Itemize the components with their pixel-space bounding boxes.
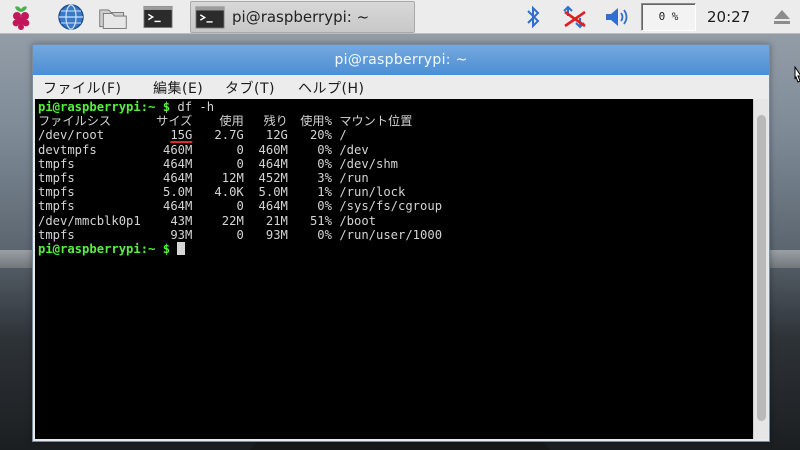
scrollbar-thumb[interactable] xyxy=(757,115,766,421)
cell-avail: 21M xyxy=(265,213,288,228)
cell-fs: /dev/root xyxy=(38,128,105,143)
cell-pct: 0% xyxy=(317,199,332,214)
cell-mount: /dev/shm xyxy=(339,156,399,171)
cell-avail: 5.0M xyxy=(258,185,288,200)
df-row: tmpfs 464M 0 464M 0% /sys/fs/cgroup xyxy=(38,199,753,213)
cell-size: 5.0M xyxy=(162,185,193,200)
menu-edit[interactable]: 編集(E) xyxy=(153,78,203,98)
cell-avail: 460M xyxy=(258,142,288,157)
cell-fs: tmpfs xyxy=(38,156,75,171)
cell-size: 43M xyxy=(170,213,193,228)
menu-bar: ファイル(F) 編集(E) タブ(T) ヘルプ(H) xyxy=(33,75,769,99)
cell-pct: 0% xyxy=(317,227,332,242)
cell-size: 464M xyxy=(162,199,193,214)
header-avail: 残り xyxy=(263,114,288,129)
menu-tabs[interactable]: タブ(T) xyxy=(225,78,275,98)
cell-mount: /run xyxy=(339,170,369,185)
cell-mount: /run/user/1000 xyxy=(339,227,443,242)
cell-pct: 1% xyxy=(317,185,332,200)
df-row: tmpfs 464M 12M 452M 3% /run xyxy=(38,171,753,185)
cell-size: 15G xyxy=(148,128,192,142)
header-mount: マウント位置 xyxy=(339,114,413,129)
cell-avail: 464M xyxy=(258,199,288,214)
cell-pct: 0% xyxy=(317,156,332,171)
cell-avail: 93M xyxy=(265,227,288,242)
header-fs: ファイルシス xyxy=(38,114,112,129)
bluetooth-icon[interactable] xyxy=(523,4,543,30)
taskbar-window-button[interactable]: pi@raspberrypi: ~ xyxy=(190,1,415,33)
prompt: pi@raspberrypi:~ $ xyxy=(38,100,171,114)
header-pct: 使用% xyxy=(300,114,332,129)
cell-mount: /sys/fs/cgroup xyxy=(339,199,443,214)
cpu-usage-indicator[interactable]: 0 % xyxy=(641,3,696,31)
header-used: 使用 xyxy=(219,114,244,129)
terminal-icon[interactable] xyxy=(143,3,173,31)
scrollbar[interactable] xyxy=(753,99,768,439)
df-row: tmpfs 5.0M 4.0K 5.0M 1% /run/lock xyxy=(38,185,753,199)
cell-used: 4.0K xyxy=(214,185,244,200)
cell-fs: devtmpfs xyxy=(38,142,97,157)
df-row: devtmpfs 460M 0 460M 0% /dev xyxy=(38,143,753,157)
network-disconnected-icon[interactable] xyxy=(560,4,590,30)
cell-fs: tmpfs xyxy=(38,170,75,185)
cell-pct: 0% xyxy=(317,142,332,157)
cell-pct: 20% xyxy=(309,128,332,143)
cell-used: 0 xyxy=(236,199,244,214)
cell-used: 0 xyxy=(236,156,244,171)
terminal-window: pi@raspberrypi: ~ ファイル(F) 編集(E) タブ(T) ヘル… xyxy=(32,44,770,442)
terminal-output[interactable]: pi@raspberrypi:~ $ df -h ファイルシス サイズ 使用 残り 使用… xyxy=(35,99,753,439)
window-title[interactable]: pi@raspberrypi: ~ xyxy=(33,45,769,75)
cell-size: 93M xyxy=(170,227,193,242)
cell-size: 460M xyxy=(162,142,193,157)
cell-pct: 51% xyxy=(309,213,332,228)
taskbar-window-label: pi@raspberrypi: ~ xyxy=(232,8,370,26)
command: df -h xyxy=(177,100,215,114)
menu-help[interactable]: ヘルプ(H) xyxy=(298,78,364,98)
eject-icon[interactable] xyxy=(772,4,792,30)
raspberry-pi-logo-icon[interactable] xyxy=(6,3,36,31)
highlighted-size: 15G xyxy=(170,128,193,143)
cell-size: 464M xyxy=(162,170,193,185)
command-line: pi@raspberrypi:~ $ df -h xyxy=(38,100,753,114)
df-row: tmpfs 464M 0 464M 0% /dev/shm xyxy=(38,157,753,171)
cell-avail: 464M xyxy=(258,156,288,171)
cell-fs: tmpfs xyxy=(38,199,75,214)
cell-used: 0 xyxy=(236,227,244,242)
header-size: サイズ xyxy=(156,114,193,129)
cell-size: 464M xyxy=(162,156,193,171)
cell-avail: 452M xyxy=(258,170,288,185)
taskbar: pi@raspberrypi: ~ 0 % 20:27 xyxy=(0,0,800,34)
prompt-line: pi@raspberrypi:~ $ xyxy=(38,241,753,256)
cell-pct: 3% xyxy=(317,170,332,185)
cell-mount: / xyxy=(339,128,347,143)
df-row: /dev/root 15G 2.7G 12G 20% / xyxy=(38,128,753,142)
cell-used: 0 xyxy=(236,142,244,157)
menu-file[interactable]: ファイル(F) xyxy=(43,78,121,98)
cell-mount: /run/lock xyxy=(339,185,406,200)
clock[interactable]: 20:27 xyxy=(707,8,750,26)
df-header-row: ファイルシス サイズ 使用 残り 使用% マウント位置 xyxy=(38,114,753,128)
cell-mount: /boot xyxy=(339,213,376,228)
df-row: tmpfs 93M 0 93M 0% /run/user/1000 xyxy=(38,228,753,242)
cell-avail: 12G xyxy=(265,128,288,143)
cell-used: 12M xyxy=(221,170,244,185)
cell-mount: /dev xyxy=(339,142,369,157)
cell-used: 2.7G xyxy=(214,128,244,143)
cell-fs: /dev/mmcblk0p1 xyxy=(38,213,141,228)
prompt: pi@raspberrypi:~ $ xyxy=(38,241,171,256)
cell-used: 22M xyxy=(221,213,244,228)
terminal-icon xyxy=(195,6,225,29)
text-cursor xyxy=(177,241,186,255)
cell-fs: tmpfs xyxy=(38,227,75,242)
file-manager-icon[interactable] xyxy=(98,3,128,31)
df-row: /dev/mmcblk0p1 43M 22M 21M 51% /boot xyxy=(38,214,753,228)
web-browser-icon[interactable] xyxy=(56,3,86,31)
mouse-cursor-icon xyxy=(794,66,800,83)
volume-icon[interactable] xyxy=(603,4,631,30)
cell-fs: tmpfs xyxy=(38,185,75,200)
